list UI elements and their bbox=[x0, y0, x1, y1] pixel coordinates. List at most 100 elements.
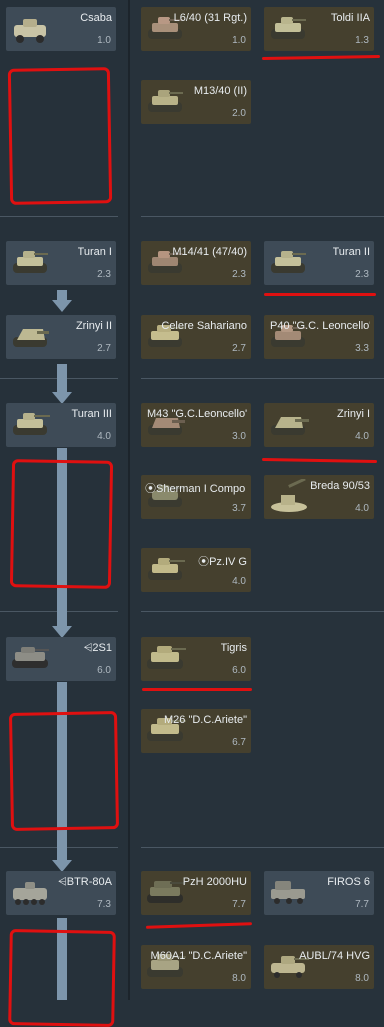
vehicle-name: Turan I bbox=[77, 246, 112, 258]
tank-icon bbox=[271, 17, 306, 39]
vehicle-card-btr-80a[interactable]: ⩤BTR-80A 7.3 bbox=[6, 871, 116, 915]
tank-icon bbox=[13, 413, 50, 435]
battle-rating: 4.0 bbox=[97, 431, 111, 442]
vehicle-name: Celere Sahariano bbox=[161, 320, 247, 332]
vehicle-name: Csaba bbox=[80, 12, 112, 24]
battle-rating: 6.0 bbox=[232, 665, 246, 676]
vehicle-name: L6/40 (31 Rgt.) bbox=[173, 12, 247, 24]
vehicle-name: Turan III bbox=[71, 408, 112, 420]
premium-icon: ⦿ bbox=[198, 556, 210, 568]
battle-rating: 8.0 bbox=[232, 973, 246, 984]
rank-divider bbox=[141, 847, 384, 848]
vehicle-name: ⩤BTR-80A bbox=[58, 876, 112, 889]
vehicle-card-turan-ii[interactable]: Turan II 2.3 bbox=[264, 241, 374, 285]
rank-divider bbox=[0, 216, 118, 217]
vehicle-name: M14/41 (47/40) bbox=[172, 246, 247, 258]
vehicle-card-pzh-2000hu[interactable]: PzH 2000HU 7.7 bbox=[141, 871, 251, 915]
vehicle-name: ⩤2S1 bbox=[84, 642, 112, 655]
vehicle-name: Breda 90/53 bbox=[310, 480, 370, 492]
vehicle-card-m14-41[interactable]: M14/41 (47/40) 2.3 bbox=[141, 241, 251, 285]
armored-car-icon bbox=[13, 882, 47, 905]
squadron-icon: ⩤ bbox=[57, 876, 67, 888]
vehicle-name: Zrinyi I bbox=[337, 408, 370, 420]
vehicle-card-firos-6[interactable]: FIROS 6 7.7 bbox=[264, 871, 374, 915]
battle-rating: 7.7 bbox=[355, 899, 369, 910]
vehicle-name: M60A1 "D.C.Ariete" bbox=[150, 950, 247, 962]
premium-icon: ⦿ bbox=[145, 483, 156, 495]
vehicle-card-turan-iii[interactable]: Turan III 4.0 bbox=[6, 403, 116, 447]
rank-divider bbox=[141, 611, 384, 612]
rocket-truck-icon bbox=[271, 881, 305, 904]
battle-rating: 7.3 bbox=[97, 899, 111, 910]
vehicle-card-m13-40[interactable]: M13/40 (II) 2.0 bbox=[141, 80, 251, 124]
vehicle-name: M13/40 (II) bbox=[193, 85, 247, 97]
vehicle-card-tigris[interactable]: Tigris 6.0 bbox=[141, 637, 251, 681]
battle-rating: 2.3 bbox=[355, 269, 369, 280]
vehicle-card-zrinyi-i[interactable]: Zrinyi I 4.0 bbox=[264, 403, 374, 447]
assault-gun-icon bbox=[13, 329, 49, 347]
aa-gun-icon bbox=[271, 479, 307, 512]
vehicle-name-text: Sherman I Composito bbox=[156, 483, 245, 495]
battle-rating: 2.7 bbox=[97, 343, 111, 354]
vehicle-card-sherman-composito[interactable]: ⦿Sherman I Composito 3.7 bbox=[141, 475, 251, 519]
tank-icon bbox=[271, 251, 306, 273]
vehicle-name-text: 2S1 bbox=[92, 642, 112, 654]
vehicle-card-p40[interactable]: P40 "G.C. Leoncello" 3.3 bbox=[264, 315, 374, 359]
arrow-head-icon bbox=[52, 300, 72, 312]
vehicle-name: M26 "D.C.Ariete" bbox=[164, 714, 247, 726]
vehicle-name: Toldi IIA bbox=[330, 12, 370, 24]
vehicle-card-csaba[interactable]: Csaba 1.0 bbox=[6, 7, 116, 51]
battle-rating: 6.7 bbox=[232, 737, 246, 748]
armored-car-icon bbox=[14, 19, 46, 43]
column-divider bbox=[128, 0, 130, 1000]
battle-rating: 4.0 bbox=[355, 431, 369, 442]
vehicle-card-aubl-74-hvg[interactable]: AUBL/74 HVG 8.0 bbox=[264, 945, 374, 989]
battle-rating: 2.3 bbox=[97, 269, 111, 280]
vehicle-card-m26-ariete[interactable]: M26 "D.C.Ariete" 6.7 bbox=[141, 709, 251, 753]
spg-icon bbox=[147, 881, 186, 903]
rank-divider bbox=[141, 216, 384, 217]
battle-rating: 3.3 bbox=[355, 343, 369, 354]
vehicle-name: Zrinyi II bbox=[75, 320, 112, 332]
red-annotation-box bbox=[8, 711, 120, 831]
vehicle-card-m43[interactable]: M43 "G.C.Leoncello" 3.0 bbox=[141, 403, 251, 447]
battle-rating: 7.7 bbox=[232, 899, 246, 910]
red-annotation-box bbox=[7, 67, 113, 205]
battle-rating: 3.7 bbox=[232, 503, 246, 514]
red-underline bbox=[142, 688, 252, 691]
vehicle-name: ⦿Sherman I Composito bbox=[145, 480, 245, 496]
vehicle-card-zrinyi-ii[interactable]: Zrinyi II 2.7 bbox=[6, 315, 116, 359]
battle-rating: 3.0 bbox=[232, 431, 246, 442]
tank-icon bbox=[148, 90, 183, 112]
vehicle-card-celere-sahariano[interactable]: Celere Sahariano 2.7 bbox=[141, 315, 251, 359]
rank-divider bbox=[141, 378, 384, 379]
vehicle-name-text: BTR-80A bbox=[66, 876, 112, 888]
red-annotation-box bbox=[8, 929, 116, 1027]
battle-rating: 8.0 bbox=[355, 973, 369, 984]
vehicle-name-text: Pz.IV G bbox=[209, 556, 247, 568]
battle-rating: 4.0 bbox=[232, 576, 246, 587]
vehicle-card-breda-90-53[interactable]: Breda 90/53 4.0 bbox=[264, 475, 374, 519]
spg-icon bbox=[12, 647, 49, 668]
vehicle-name: Tigris bbox=[220, 642, 247, 654]
vehicle-card-2s1[interactable]: ⩤2S1 6.0 bbox=[6, 637, 116, 681]
battle-rating: 2.0 bbox=[232, 108, 246, 119]
red-underline bbox=[264, 293, 376, 296]
assault-gun-icon bbox=[271, 417, 309, 435]
red-annotation-box bbox=[9, 459, 114, 589]
battle-rating: 4.0 bbox=[355, 503, 369, 514]
vehicle-card-pz-iv-g[interactable]: ⦿Pz.IV G 4.0 bbox=[141, 548, 251, 592]
vehicle-name: P40 "G.C. Leoncello" bbox=[270, 320, 370, 332]
vehicle-name: Turan II bbox=[332, 246, 371, 258]
tank-icon bbox=[148, 558, 185, 580]
vehicle-name: AUBL/74 HVG bbox=[299, 950, 370, 962]
vehicle-card-toldi-iia[interactable]: Toldi IIA 1.3 bbox=[264, 7, 374, 51]
battle-rating: 6.0 bbox=[97, 665, 111, 676]
vehicle-name: FIROS 6 bbox=[327, 876, 370, 888]
battle-rating: 2.3 bbox=[232, 269, 246, 280]
vehicle-card-l6-40[interactable]: L6/40 (31 Rgt.) 1.0 bbox=[141, 7, 251, 51]
vehicle-card-turan-i[interactable]: Turan I 2.3 bbox=[6, 241, 116, 285]
vehicle-card-m60a1-ariete[interactable]: M60A1 "D.C.Ariete" 8.0 bbox=[141, 945, 251, 989]
research-arrow bbox=[57, 364, 67, 392]
battle-rating: 1.3 bbox=[355, 35, 369, 46]
